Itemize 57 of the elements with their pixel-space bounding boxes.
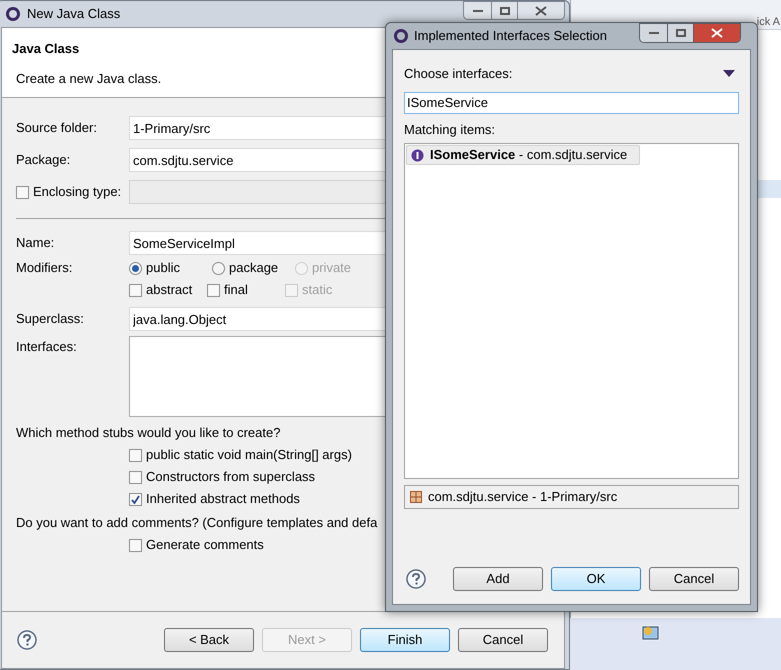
- package-icon: [410, 491, 422, 503]
- name-label: Name:: [16, 234, 56, 252]
- radio-button[interactable]: [212, 262, 225, 274]
- checkbox[interactable]: [129, 470, 142, 484]
- matching-label: Matching items:: [404, 120, 496, 139]
- close-button[interactable]: [518, 2, 564, 19]
- help-icon[interactable]: [17, 630, 37, 650]
- checkbox[interactable]: [16, 186, 29, 198]
- maximize-button[interactable]: [492, 2, 518, 19]
- superclass-label: Superclass:: [16, 310, 85, 328]
- radio-button[interactable]: [129, 262, 142, 274]
- match-item[interactable]: ISomeService - com.sdjtu.service: [406, 145, 640, 165]
- comments-question: Do you want to add comments? (Configure templates and defa: [16, 514, 378, 532]
- close-button[interactable]: [694, 24, 740, 42]
- minimize-button[interactable]: [640, 24, 668, 42]
- page-description: Create a new Java class.: [16, 70, 162, 88]
- checkbox[interactable]: [129, 448, 142, 462]
- checkbox[interactable]: [129, 538, 142, 552]
- dialog-button[interactable]: Cancel: [458, 628, 548, 652]
- window-title: New Java Class: [27, 5, 120, 24]
- enclosing-type-label: Enclosing type:: [33, 183, 122, 202]
- help-icon[interactable]: [406, 569, 426, 589]
- package-label: Package:: [16, 151, 72, 170]
- dialog-title: Implemented Interfaces Selection: [414, 27, 607, 46]
- modifier-label: static: [302, 281, 332, 300]
- search-field[interactable]: ISomeService: [404, 92, 739, 114]
- modifier-label: final: [224, 281, 248, 300]
- checkbox[interactable]: [129, 492, 142, 506]
- interfaces-label: Interfaces:: [16, 338, 78, 356]
- choose-label: Choose interfaces:: [404, 65, 512, 83]
- dialog-button[interactable]: Add: [453, 567, 543, 591]
- page-title: Java Class: [12, 40, 80, 58]
- checkbox[interactable]: [207, 284, 220, 296]
- dialog-button[interactable]: OK: [551, 567, 641, 591]
- dialog-button[interactable]: Finish: [360, 628, 450, 652]
- maximize-button[interactable]: [668, 24, 694, 42]
- stubs-question: Which method stubs would you like to create?: [16, 424, 282, 442]
- dialog-button[interactable]: Cancel: [649, 567, 739, 591]
- dialog-button[interactable]: < Back: [164, 628, 254, 652]
- stubs-option-label: Inherited abstract methods: [146, 490, 300, 508]
- interface-icon: [411, 148, 424, 162]
- modifier-label: package: [229, 259, 278, 278]
- modifiers-label: Modifiers:: [16, 259, 74, 278]
- modifier-label: public: [146, 259, 180, 278]
- quick-access-field[interactable]: ick A: [756, 16, 780, 29]
- stubs-option-label: Constructors from superclass: [146, 468, 316, 486]
- location-text: com.sdjtu.service - 1-Primary/src: [428, 488, 618, 506]
- stubs-option-label: public static void main(String[] args): [146, 446, 352, 464]
- comments-option-label: Generate comments: [146, 536, 264, 554]
- source-folder-label: Source folder:: [16, 119, 98, 138]
- modifier-label: private: [312, 259, 352, 278]
- modifier-label: abstract: [146, 281, 192, 300]
- close-icon: [535, 6, 547, 16]
- dropdown-icon[interactable]: [723, 70, 735, 78]
- checkbox[interactable]: [129, 284, 142, 296]
- minimize-button[interactable]: [464, 2, 492, 19]
- close-icon: [711, 28, 723, 38]
